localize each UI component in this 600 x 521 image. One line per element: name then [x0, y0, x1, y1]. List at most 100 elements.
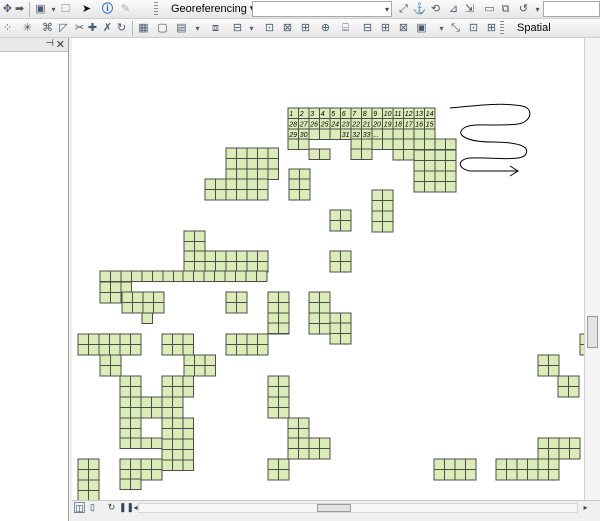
- data-view-icon[interactable]: ◫: [74, 502, 85, 513]
- grid-cell: [215, 178, 227, 190]
- toolbar-grip[interactable]: [154, 2, 158, 17]
- trace-icon[interactable]: ◸: [56, 21, 71, 36]
- limited-adjust-icon[interactable]: ⊡: [466, 21, 481, 36]
- map-topology-icon[interactable]: ⌸: [338, 21, 353, 36]
- grid-cell: [329, 128, 341, 140]
- grid-cell: [278, 291, 290, 303]
- grid-cell: [246, 250, 258, 262]
- topology-icon[interactable]: ⊡: [262, 21, 277, 36]
- pencil-icon[interactable]: ✎: [118, 2, 133, 17]
- spatial-adjustment-menu[interactable]: Spatial Adjustment ▾: [517, 21, 600, 49]
- snapping-icon[interactable]: ✳: [20, 21, 35, 36]
- refresh-icon[interactable]: ↻: [106, 502, 117, 513]
- chevron-down-icon[interactable]: ▾: [434, 21, 449, 36]
- horizontal-scrollbar[interactable]: [138, 503, 578, 513]
- chevron-down-icon[interactable]: ▾: [385, 2, 389, 17]
- grid-cell: [88, 469, 100, 481]
- select-elements-icon[interactable]: ➤: [79, 2, 94, 17]
- grid-cell: [172, 333, 184, 345]
- edge-icon[interactable]: ⊠: [280, 21, 295, 36]
- identify-icon[interactable]: ⓘ: [100, 2, 115, 17]
- grid-cell: [278, 322, 290, 334]
- rotate-icon[interactable]: ↻: [114, 21, 129, 36]
- horizontal-scroll-thumb[interactable]: [317, 504, 351, 512]
- frame-icon[interactable]: ▢: [155, 21, 170, 36]
- reset-icon[interactable]: ↺: [516, 2, 531, 17]
- grid-cell: [319, 128, 331, 140]
- grid-cell: [257, 333, 269, 345]
- pause-icon[interactable]: ❚❚: [119, 502, 134, 513]
- grid-cell: [424, 170, 436, 182]
- new-displacement-link-icon[interactable]: ⤡: [448, 21, 463, 36]
- grid-cell: [256, 270, 268, 282]
- attributes-icon[interactable]: ▤: [174, 21, 189, 36]
- fit-display-icon[interactable]: ⊿: [446, 2, 461, 17]
- pin-icon[interactable]: ⊣: [45, 38, 54, 49]
- grid-cell-number: 20: [372, 122, 381, 129]
- map-canvas[interactable]: 1 2 3 4 5 6 7 8 9 10 11 12 13 14 28 27 26 25 24 23 22 21 20 19 1…: [72, 38, 584, 500]
- layer-combo[interactable]: ▾: [252, 1, 392, 17]
- grid-cell: [161, 396, 173, 408]
- grid-cell: [267, 312, 279, 324]
- layout-view-icon[interactable]: ▯: [87, 502, 98, 513]
- clear-selection-icon[interactable]: ☐: [58, 2, 73, 17]
- edge-match-icon[interactable]: ⊞: [484, 21, 499, 36]
- view-link-table-icon[interactable]: ▭: [482, 2, 497, 17]
- grid-cell: [110, 292, 122, 304]
- error-inspector-icon[interactable]: ⊞: [378, 21, 393, 36]
- union-icon[interactable]: ⧈: [208, 21, 223, 36]
- grid-cell: [278, 312, 290, 324]
- split-icon[interactable]: ⊟: [230, 21, 245, 36]
- map-bottom-bar: ◫ ▯ ↻ ❚❚ ◂ ▸: [72, 500, 600, 514]
- grid-cell: [569, 448, 581, 460]
- draw-icon[interactable]: ✗: [100, 21, 115, 36]
- shared-features-icon[interactable]: ⊟: [360, 21, 375, 36]
- grid-cell: [183, 365, 195, 377]
- grid-cell: [215, 261, 227, 273]
- scroll-right-icon[interactable]: ▸: [580, 502, 591, 513]
- grid-cell: [413, 149, 425, 161]
- auto-adjust-icon[interactable]: ⧉: [498, 2, 513, 17]
- node-icon[interactable]: ⊞: [298, 21, 313, 36]
- grid-cell: [110, 365, 122, 377]
- link-table-icon[interactable]: ⚓: [412, 2, 427, 17]
- grid-cell: [246, 168, 258, 180]
- grid-cell: [308, 291, 320, 303]
- grid-cell: [88, 344, 100, 356]
- grid-cell: [161, 438, 173, 450]
- grid-icon[interactable]: ▦: [136, 21, 151, 36]
- grid-cell-number: 22: [351, 122, 360, 129]
- validate-icon[interactable]: ⊕: [318, 21, 333, 36]
- vertex-icon[interactable]: ⌘: [40, 21, 55, 36]
- grid-cell: [246, 333, 258, 345]
- grid-cell: [120, 281, 132, 293]
- vertical-scrollbar[interactable]: [584, 38, 600, 500]
- move-icon[interactable]: ✚: [85, 21, 100, 36]
- grid-cell: [246, 158, 258, 170]
- grid-cell: [142, 302, 154, 314]
- grid-cell: [88, 490, 100, 500]
- grid-cell: [433, 469, 445, 481]
- grid-cell: [119, 386, 131, 398]
- grid-cell: [445, 181, 457, 193]
- grid-cell: [434, 170, 446, 182]
- forward-icon[interactable]: ➡: [12, 2, 27, 17]
- fix-error-icon[interactable]: ⊠: [396, 21, 411, 36]
- grid-cell: [130, 478, 142, 490]
- chevron-down-icon[interactable]: ▾: [190, 21, 205, 36]
- add-control-points-icon[interactable]: ⤢: [396, 2, 411, 17]
- right-input[interactable]: [543, 1, 600, 17]
- rotate-icon[interactable]: ⟲: [428, 2, 443, 17]
- grid-cell-number: 14: [426, 111, 434, 118]
- drag-handle-icon[interactable]: ⁘: [0, 21, 15, 36]
- chevron-down-icon[interactable]: ▾: [244, 21, 259, 36]
- close-icon[interactable]: ✕: [56, 38, 65, 51]
- georeferencing-menu[interactable]: Georeferencing ▾: [171, 2, 255, 17]
- shift-icon[interactable]: ⇲: [462, 2, 477, 17]
- properties-icon[interactable]: ▣: [414, 21, 429, 36]
- grid-cell-number: 23: [341, 122, 350, 129]
- vertical-scroll-thumb[interactable]: [587, 316, 598, 348]
- toolbar-grip[interactable]: [500, 21, 504, 36]
- grid-cell: [119, 333, 131, 345]
- grid-cell: [132, 291, 144, 303]
